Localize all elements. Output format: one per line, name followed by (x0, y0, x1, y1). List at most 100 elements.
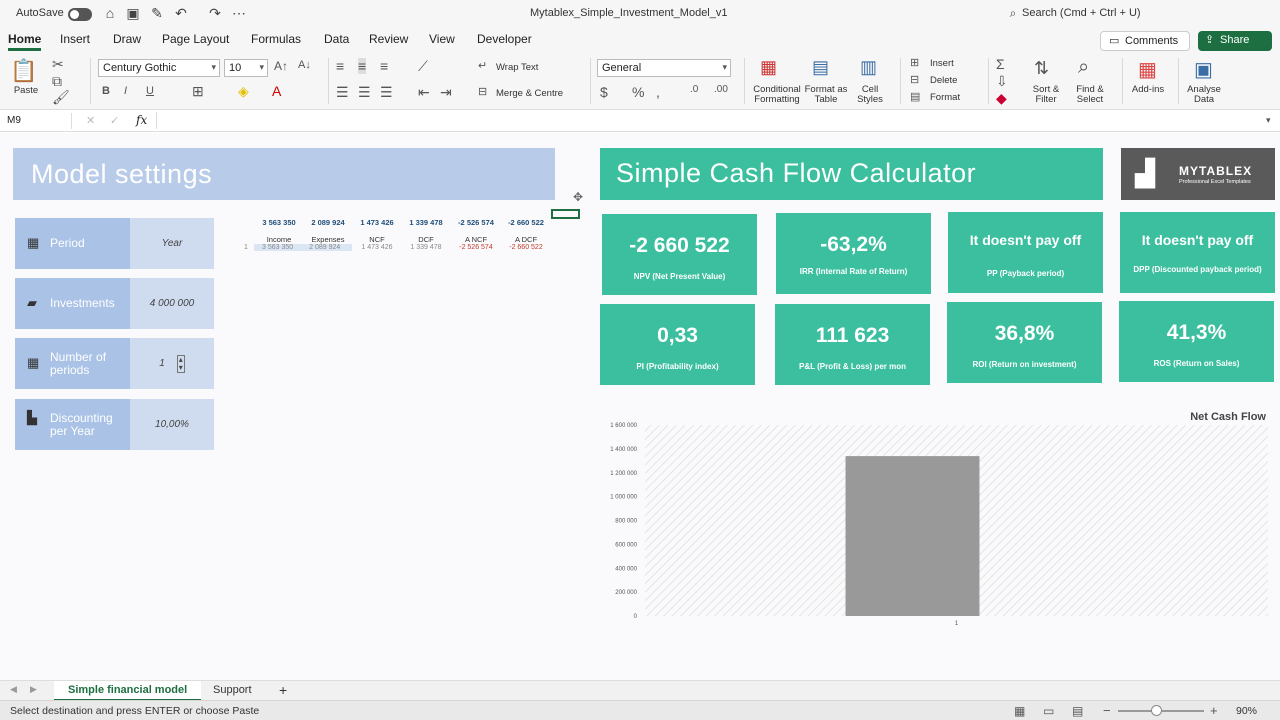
borders-icon[interactable]: ⊞ (192, 83, 204, 100)
zoom-out-button[interactable]: − (1103, 703, 1111, 718)
insert-cells-button[interactable]: Insert (930, 59, 954, 69)
underline-button[interactable]: U (146, 85, 154, 97)
investments-value[interactable]: 4 000 000 (130, 278, 214, 329)
font-color-icon[interactable]: A (272, 83, 281, 99)
align-bottom-icon[interactable]: ≡ (380, 58, 388, 74)
tab-insert[interactable]: Insert (60, 32, 90, 46)
align-left-icon[interactable]: ☰ (336, 84, 349, 101)
worksheet[interactable]: Model settings ▦ Period Year ▰ Investmen… (0, 133, 1280, 680)
zoom-in-button[interactable]: + (1210, 703, 1218, 718)
undo-icon[interactable]: ↶ (172, 5, 190, 22)
font-name-select[interactable]: Century Gothic ▾ (98, 59, 220, 77)
add-sheet-icon[interactable]: + (279, 682, 287, 698)
tab-home[interactable]: Home (8, 32, 42, 51)
decrease-indent-icon[interactable]: ⇤ (418, 84, 430, 101)
cell-styles-button[interactable]: Cell Styles (852, 85, 888, 105)
sort-filter-icon[interactable]: ⇅ (1034, 58, 1049, 79)
add-ins-button[interactable]: Add-ins (1128, 85, 1168, 95)
fill-color-icon[interactable]: ◈ (238, 83, 249, 100)
percent-icon[interactable]: % (632, 84, 644, 100)
tab-review[interactable]: Review (369, 32, 408, 46)
paste-label[interactable]: Paste (12, 86, 40, 96)
tab-data[interactable]: Data (324, 32, 349, 46)
bold-button[interactable]: B (102, 85, 110, 97)
cancel-icon[interactable]: ✕ (86, 114, 95, 127)
row-selection[interactable]: 3 563 350 2 089 924 (254, 244, 352, 251)
italic-button[interactable]: I (124, 85, 127, 97)
format-cells-button[interactable]: Format (930, 93, 960, 103)
periods-spinner[interactable]: ▴ ▾ (176, 354, 185, 373)
align-middle-icon[interactable]: ≡ (358, 58, 367, 74)
sheet-tab-simple-financial-model[interactable]: Simple financial model (54, 681, 202, 701)
redo-icon[interactable]: ↷ (206, 5, 224, 22)
enter-icon[interactable]: ✓ (110, 114, 119, 127)
tab-page-layout[interactable]: Page Layout (162, 32, 229, 46)
increase-indent-icon[interactable]: ⇥ (440, 84, 452, 101)
save-icon[interactable]: ▣ (124, 5, 142, 22)
increase-font-icon[interactable]: A↑ (274, 59, 288, 73)
cell-styles-icon[interactable]: ▥ (860, 57, 877, 78)
add-ins-icon[interactable]: ▦ (1138, 57, 1157, 82)
delete-cells-button[interactable]: Delete (930, 76, 957, 86)
fx-button[interactable]: fx (136, 113, 147, 127)
prev-sheet-icon[interactable]: ◀ (10, 684, 17, 695)
discounting-value[interactable]: 10,00% (130, 399, 214, 450)
format-as-table-button[interactable]: Format as Table (804, 85, 848, 105)
format-as-table-icon[interactable]: ▤ (812, 57, 829, 78)
share-button[interactable]: ⇪ Share (1198, 31, 1272, 51)
merge-centre-button[interactable]: Merge & Centre (496, 89, 563, 99)
decrease-decimal-icon[interactable]: .00 (714, 84, 728, 95)
period-value[interactable]: Year (130, 218, 214, 269)
expand-formula-icon[interactable]: ▾ (1266, 115, 1271, 126)
tab-draw[interactable]: Draw (113, 32, 141, 46)
selected-cell[interactable] (551, 209, 580, 219)
name-box[interactable]: M9 (4, 113, 72, 129)
sort-filter-button[interactable]: Sort & Filter (1026, 85, 1066, 105)
tab-view[interactable]: View (429, 32, 455, 46)
align-center-icon[interactable]: ☰ (358, 84, 371, 101)
page-layout-view-icon[interactable]: ▭ (1043, 704, 1054, 718)
zoom-slider-thumb[interactable] (1151, 705, 1162, 716)
formula-input[interactable] (156, 112, 1256, 129)
font-size-select[interactable]: 10 ▾ (224, 59, 268, 77)
number-format-select[interactable]: General ▾ (597, 59, 731, 77)
document-title[interactable]: Mytablex_Simple_Investment_Model_v1 (530, 7, 728, 19)
increase-decimal-icon[interactable]: .0 (690, 84, 698, 95)
align-top-icon[interactable]: ≡ (336, 58, 344, 74)
tab-formulas[interactable]: Formulas (251, 32, 301, 46)
autosum-icon[interactable]: Σ (996, 56, 1005, 72)
copy-icon[interactable]: ⧉ (52, 73, 62, 90)
decrease-font-icon[interactable]: A↓ (298, 59, 311, 71)
edit-icon[interactable]: ✎ (148, 5, 166, 22)
more-icon[interactable]: ⋯ (230, 5, 248, 22)
cut-icon[interactable]: ✂ (52, 56, 64, 73)
bar-net-cash-flow[interactable] (845, 456, 980, 616)
zoom-level[interactable]: 90% (1236, 705, 1257, 717)
comments-button[interactable]: ▭ Comments (1100, 31, 1190, 51)
analyse-data-button[interactable]: Analyse Data (1184, 85, 1224, 105)
conditional-formatting-button[interactable]: Conditional Formatting (750, 85, 804, 105)
home-icon[interactable]: ⌂ (101, 5, 119, 21)
paste-icon[interactable]: 📋 (10, 58, 37, 84)
orientation-icon[interactable]: ⟋ (418, 58, 428, 75)
next-sheet-icon[interactable]: ▶ (30, 684, 37, 695)
clear-icon[interactable]: ◆ (996, 90, 1007, 107)
search-input[interactable]: ⌕ Search (Cmd + Ctrl + U) (1002, 4, 1242, 24)
format-painter-icon[interactable]: 🖌 (52, 89, 70, 106)
wrap-text-button[interactable]: Wrap Text (496, 63, 538, 73)
fill-icon[interactable]: ⇩ (996, 73, 1008, 90)
conditional-formatting-icon[interactable]: ▦ (760, 57, 777, 78)
align-right-icon[interactable]: ☰ (380, 84, 393, 101)
currency-icon[interactable]: $ (600, 84, 608, 100)
find-select-button[interactable]: Find & Select (1070, 85, 1110, 105)
find-select-icon[interactable]: ⌕ (1078, 56, 1089, 79)
autosave-toggle[interactable] (68, 8, 92, 21)
comma-style-icon[interactable]: , (656, 84, 660, 100)
sheet-tab-support[interactable]: Support (213, 684, 252, 696)
normal-view-icon[interactable]: ▦ (1014, 704, 1025, 718)
analyse-data-icon[interactable]: ▣ (1194, 57, 1213, 82)
number-of-periods-value[interactable]: 1 ▴ ▾ (130, 338, 214, 389)
tab-developer[interactable]: Developer (477, 32, 532, 46)
page-break-view-icon[interactable]: ▤ (1072, 704, 1083, 718)
net-cash-flow-chart[interactable]: 0 200 000 400 000 600 000 800 000 1 000 000 1 … (598, 418, 1274, 633)
